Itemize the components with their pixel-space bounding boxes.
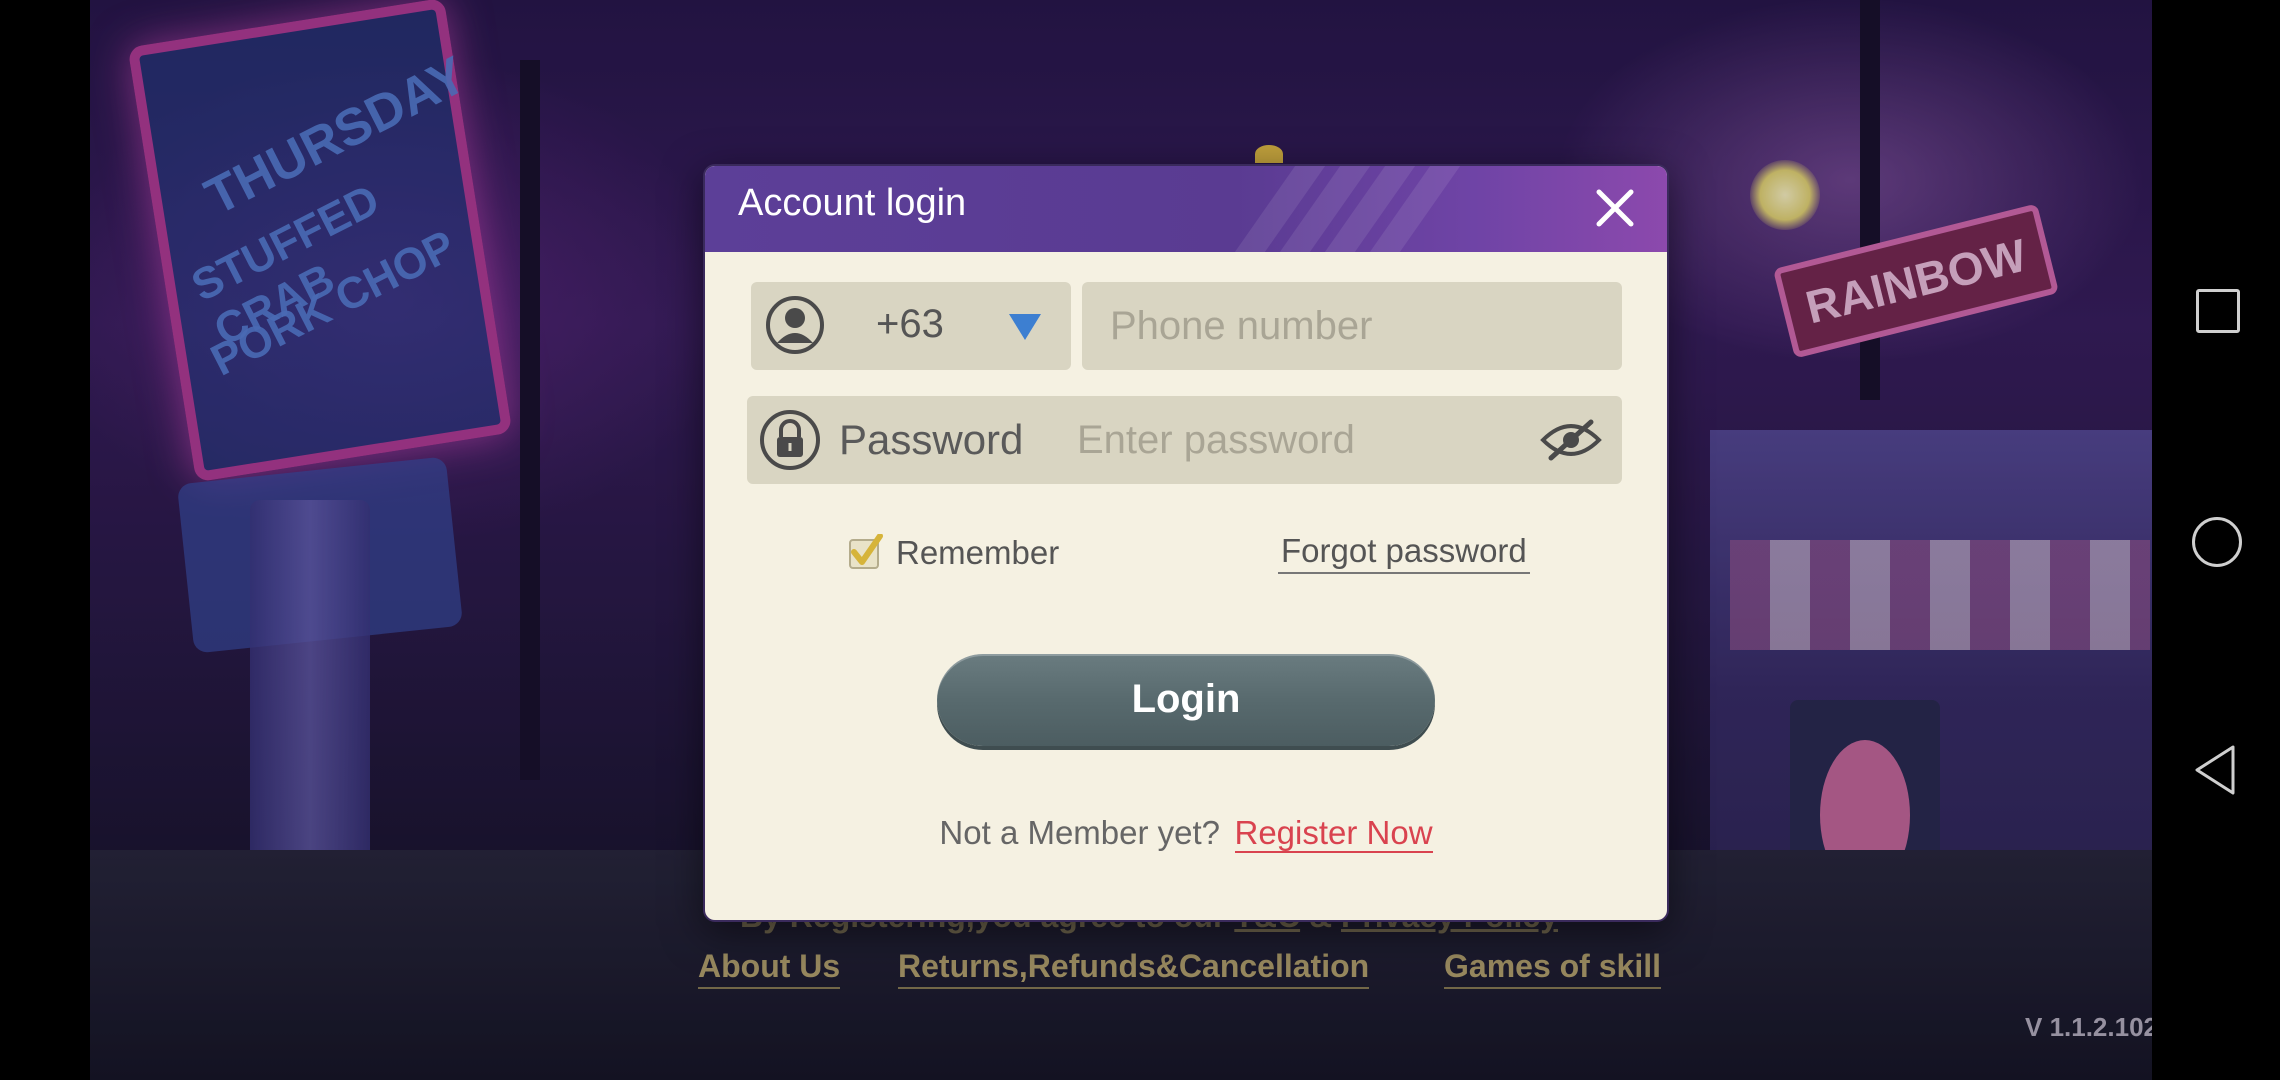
phone-number-input[interactable] [1108,300,1592,352]
home-button[interactable] [2192,517,2242,567]
dialog-header: Account login [705,166,1667,252]
lock-icon [760,410,820,470]
password-input[interactable] [1075,414,1519,466]
close-icon [1596,189,1634,227]
forgot-password-link[interactable]: Forgot password [1278,532,1530,574]
password-row: Password [747,396,1622,484]
login-dialog: Account login +63 Password [703,164,1669,922]
dialog-title: Account login [738,182,967,224]
back-triangle-icon[interactable] [2193,744,2237,796]
recent-apps-button[interactable] [2196,289,2240,333]
close-button[interactable] [1585,178,1645,238]
not-member-text: Not a Member yet? [939,814,1221,851]
triangle-down-icon [1009,314,1041,340]
remember-label: Remember [896,534,1060,571]
eye-off-icon[interactable] [1539,418,1603,462]
country-code-selector[interactable]: +63 [751,282,1071,370]
country-code: +63 [876,302,944,346]
register-now-link[interactable]: Register Now [1234,814,1433,853]
checkbox-checked-icon [849,534,883,569]
password-label: Password [839,416,1024,463]
phone-number-field [1082,282,1622,370]
user-avatar-icon [766,296,824,354]
register-prompt: Not a Member yet? Register Now [705,814,1667,853]
login-button[interactable]: Login [937,654,1435,746]
